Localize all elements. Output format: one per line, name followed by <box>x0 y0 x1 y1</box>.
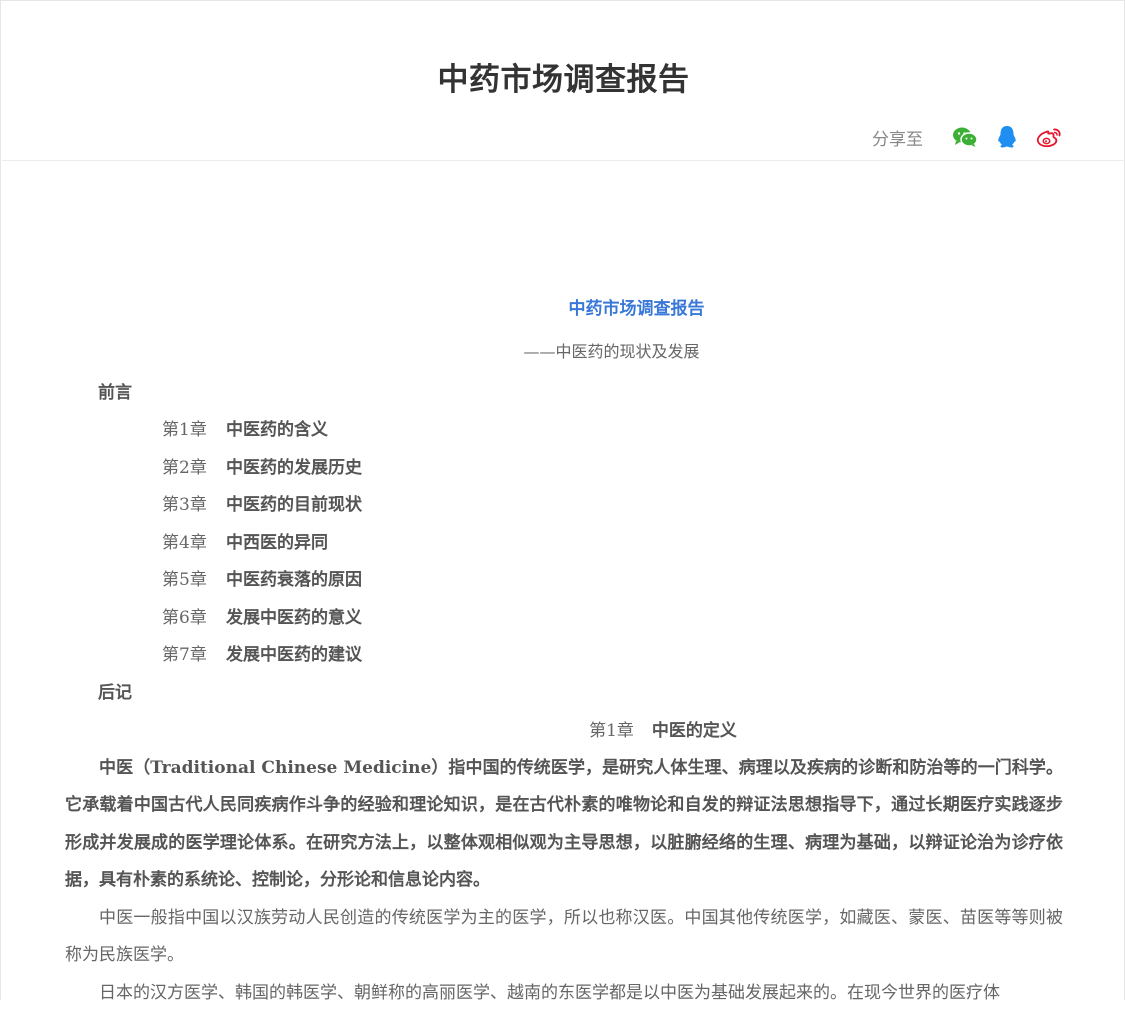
toc-item: 第3章中医药的目前现状 <box>65 487 1063 525</box>
toc-chapter-name: 发展中医药的建议 <box>226 645 362 665</box>
toc-chapter-number: 第5章 <box>162 562 226 600</box>
toc-chapter-number: 第3章 <box>162 487 226 525</box>
toc-item: 第2章中医药的发展历史 <box>65 450 1063 488</box>
paragraph: 日本的汉方医学、韩国的韩医学、朝鲜称的高丽医学、越南的东医学都是以中医为基础发展… <box>65 975 1063 1012</box>
toc-item: 第7章发展中医药的建议 <box>65 637 1063 675</box>
chapter-number: 第1章 <box>589 721 634 741</box>
toc-item: 第5章中医药衰落的原因 <box>65 562 1063 600</box>
toc-postscript: 后记 <box>65 675 1063 712</box>
weibo-icon[interactable] <box>1035 123 1063 151</box>
chapter-name: 中医的定义 <box>652 721 737 741</box>
toc-chapter-name: 中西医的异同 <box>226 533 328 553</box>
document-subtitle: ——中医药的现状及发展 <box>65 337 1063 367</box>
toc-preface: 前言 <box>65 375 1063 412</box>
page-title: 中药市场调查报告 <box>2 54 1125 99</box>
wechat-icon[interactable] <box>951 123 979 151</box>
page-header: 中药市场调查报告 分享至 <box>2 2 1125 161</box>
toc-item: 第4章中西医的异同 <box>65 525 1063 563</box>
toc-chapter-name: 中医药衰落的原因 <box>226 570 362 590</box>
toc-chapter-name: 发展中医药的意义 <box>226 608 362 628</box>
toc-chapter-number: 第7章 <box>162 637 226 675</box>
share-bar: 分享至 <box>872 123 1063 151</box>
toc-chapter-name: 中医药的目前现状 <box>226 495 362 515</box>
paragraph: 中医（Traditional Chinese Medicine）指中国的传统医学… <box>65 750 1063 900</box>
toc-item: 第1章中医药的含义 <box>65 412 1063 450</box>
toc-item: 第6章发展中医药的意义 <box>65 600 1063 638</box>
chapter-heading: 第1章中医的定义 <box>65 712 1063 750</box>
toc-chapter-name: 中医药的含义 <box>226 420 328 440</box>
toc-chapter-number: 第6章 <box>162 600 226 638</box>
page-frame: 中药市场调查报告 分享至 <box>0 0 1125 1000</box>
paragraph: 中医一般指中国以汉族劳动人民创造的传统医学为主的医学，所以也称汉医。中国其他传统… <box>65 900 1063 975</box>
toc-chapter-name: 中医药的发展历史 <box>226 458 362 478</box>
document-title: 中药市场调查报告 <box>65 291 1063 327</box>
share-label: 分享至 <box>872 125 923 150</box>
article-body: 中药市场调查报告 ——中医药的现状及发展 前言 第1章中医药的含义 第2章中医药… <box>65 291 1063 1012</box>
table-of-contents: 第1章中医药的含义 第2章中医药的发展历史 第3章中医药的目前现状 第4章中西医… <box>65 412 1063 675</box>
toc-chapter-number: 第1章 <box>162 412 226 450</box>
toc-chapter-number: 第4章 <box>162 525 226 563</box>
toc-chapter-number: 第2章 <box>162 450 226 488</box>
qq-icon[interactable] <box>993 123 1021 151</box>
